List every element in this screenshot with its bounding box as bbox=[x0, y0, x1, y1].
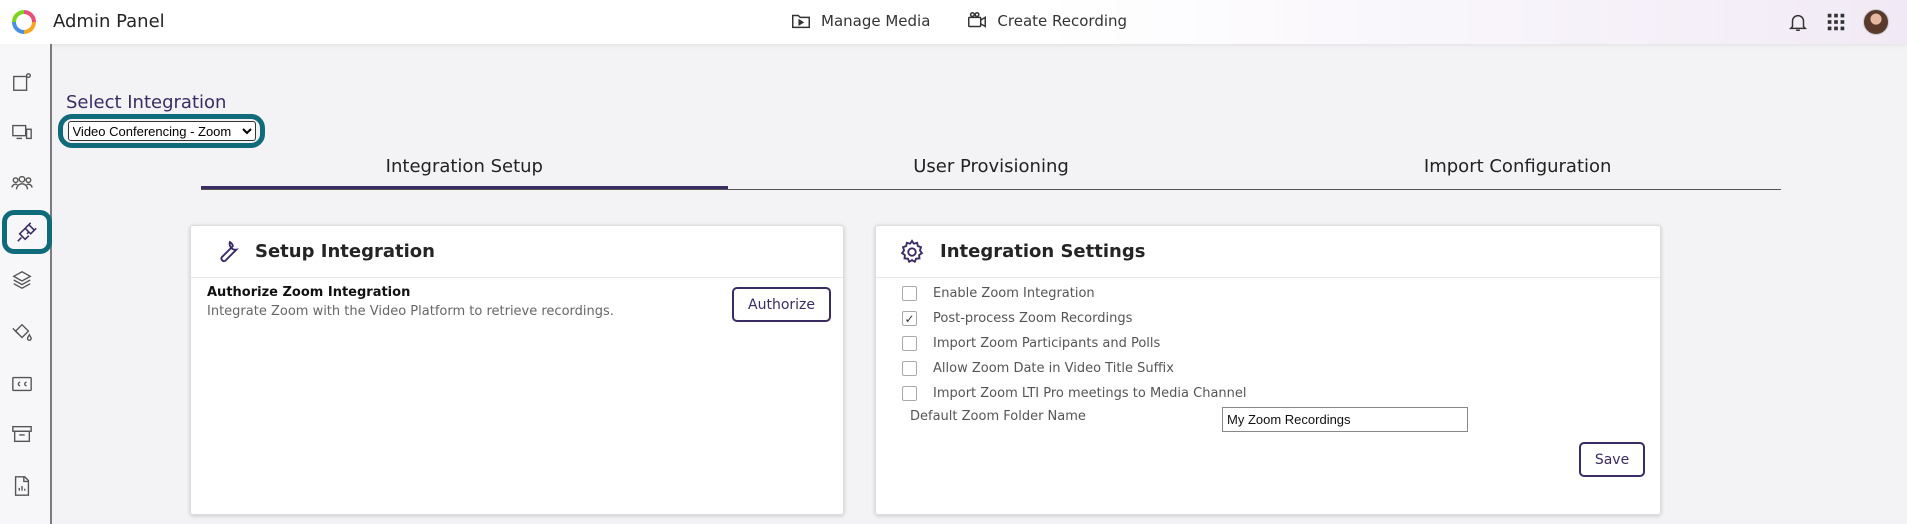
sidebar-item-devices[interactable] bbox=[8, 118, 36, 146]
tab-import-configuration[interactable]: Import Configuration bbox=[1254, 150, 1781, 189]
file-report-icon bbox=[14, 476, 30, 496]
sidebar-item-new[interactable] bbox=[8, 68, 36, 96]
closed-caption-icon bbox=[12, 376, 32, 392]
app-title: Admin Panel bbox=[53, 11, 165, 32]
setting-label: Enable Zoom Integration bbox=[933, 286, 1095, 301]
sidebar-item-archive[interactable] bbox=[8, 420, 36, 448]
setup-integration-header: Setup Integration bbox=[191, 226, 843, 278]
play-folder-icon bbox=[792, 14, 810, 29]
select-integration-highlight: Video Conferencing - Zoom bbox=[58, 114, 265, 148]
manage-media-link[interactable]: Manage Media bbox=[790, 10, 930, 32]
checkbox-date-suffix[interactable] bbox=[902, 361, 917, 376]
sidebar-item-captions[interactable] bbox=[8, 370, 36, 398]
checkbox-enable-zoom[interactable] bbox=[902, 286, 917, 301]
logo-icon[interactable] bbox=[12, 10, 36, 34]
integration-settings-title: Integration Settings bbox=[940, 241, 1146, 262]
new-item-icon bbox=[13, 73, 31, 91]
checkbox-post-process[interactable]: ✓ bbox=[902, 311, 917, 326]
save-button[interactable]: Save bbox=[1579, 442, 1645, 477]
top-nav: Manage Media Create Recording bbox=[790, 10, 1127, 32]
integration-settings-card: Integration Settings Enable Zoom Integra… bbox=[875, 225, 1661, 515]
authorize-zoom-title: Authorize Zoom Integration bbox=[207, 285, 411, 300]
sidebar bbox=[0, 44, 52, 524]
checkbox-lti-pro[interactable] bbox=[902, 386, 917, 401]
setting-label: Post-process Zoom Recordings bbox=[933, 311, 1133, 326]
tab-bar: Integration Setup User Provisioning Impo… bbox=[201, 150, 1781, 190]
sidebar-item-layers[interactable] bbox=[8, 266, 36, 294]
authorize-zoom-description: Integrate Zoom with the Video Platform t… bbox=[207, 304, 614, 319]
setup-integration-title: Setup Integration bbox=[255, 241, 435, 262]
tab-user-provisioning[interactable]: User Provisioning bbox=[728, 150, 1255, 189]
setting-post-process: ✓ Post-process Zoom Recordings bbox=[902, 311, 1132, 326]
devices-icon bbox=[12, 124, 32, 140]
sidebar-item-reports[interactable] bbox=[8, 472, 36, 500]
user-avatar[interactable] bbox=[1863, 9, 1889, 35]
sidebar-item-integrations[interactable] bbox=[2, 210, 52, 254]
checkbox-import-participants[interactable] bbox=[902, 336, 917, 351]
bell-icon[interactable] bbox=[1787, 11, 1809, 33]
apps-grid-icon[interactable] bbox=[1825, 11, 1847, 33]
camera-icon bbox=[968, 12, 987, 28]
top-bar: Admin Panel Manage Media Create Recordin… bbox=[0, 0, 1907, 44]
select-integration-label: Select Integration bbox=[66, 92, 227, 113]
setup-integration-card: Setup Integration Authorize Zoom Integra… bbox=[190, 225, 844, 515]
layers-icon bbox=[12, 270, 32, 290]
create-recording-link[interactable]: Create Recording bbox=[966, 10, 1127, 32]
sidebar-item-theme[interactable] bbox=[8, 318, 36, 346]
setting-label: Import Zoom Participants and Polls bbox=[933, 336, 1161, 351]
wrench-icon bbox=[220, 240, 239, 262]
sidebar-item-users[interactable] bbox=[8, 168, 36, 196]
default-folder-label: Default Zoom Folder Name bbox=[910, 409, 1086, 424]
setting-lti-pro: Import Zoom LTI Pro meetings to Media Ch… bbox=[902, 386, 1247, 401]
paint-bucket-icon bbox=[12, 323, 32, 341]
plug-icon bbox=[17, 222, 37, 242]
setting-enable-zoom: Enable Zoom Integration bbox=[902, 286, 1095, 301]
integration-settings-header: Integration Settings bbox=[876, 226, 1660, 278]
top-right-actions bbox=[1787, 9, 1889, 35]
users-icon bbox=[11, 175, 33, 190]
setting-date-suffix: Allow Zoom Date in Video Title Suffix bbox=[902, 361, 1174, 376]
setting-import-participants: Import Zoom Participants and Polls bbox=[902, 336, 1160, 351]
authorize-button[interactable]: Authorize bbox=[732, 287, 831, 322]
default-folder-input[interactable] bbox=[1222, 407, 1468, 432]
setting-label: Allow Zoom Date in Video Title Suffix bbox=[933, 361, 1174, 376]
setting-label: Import Zoom LTI Pro meetings to Media Ch… bbox=[933, 386, 1247, 401]
integration-select[interactable]: Video Conferencing - Zoom bbox=[67, 121, 256, 141]
create-recording-label: Create Recording bbox=[997, 12, 1128, 30]
archive-icon bbox=[12, 425, 32, 443]
manage-media-label: Manage Media bbox=[821, 12, 931, 30]
gear-icon bbox=[900, 238, 924, 263]
tab-integration-setup[interactable]: Integration Setup bbox=[201, 150, 728, 189]
